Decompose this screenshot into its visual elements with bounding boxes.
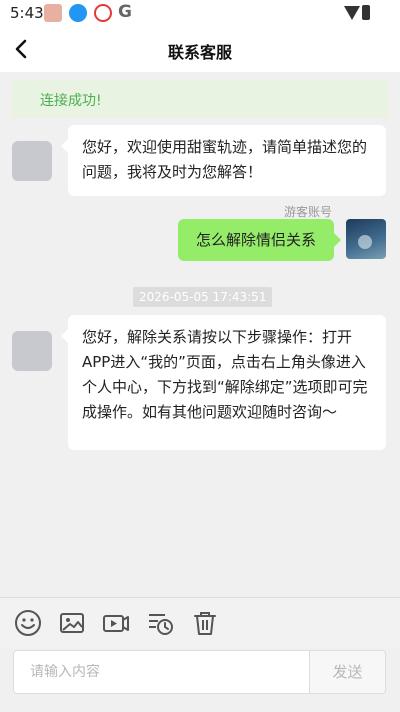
user-message-text: 怎么解除情侣关系 bbox=[195, 231, 316, 249]
history-icon bbox=[149, 614, 173, 635]
user-avatar bbox=[346, 219, 386, 259]
status-bar: 5:43 G bbox=[0, 0, 400, 26]
trash-icon bbox=[194, 612, 216, 635]
bottom-bar bbox=[0, 702, 400, 712]
agent-avatar bbox=[12, 141, 52, 181]
battery-icon bbox=[362, 5, 370, 20]
emoji-button[interactable] bbox=[13, 608, 43, 638]
chat-toolbar bbox=[0, 598, 400, 648]
user-message-bubble: 怎么解除情侣关系 bbox=[177, 219, 342, 261]
title-bar: 联系客服 bbox=[0, 26, 400, 72]
message-timestamp: 2026-05-05 17:43:51 bbox=[133, 287, 273, 307]
page-title: 联系客服 bbox=[167, 43, 232, 62]
clear-button[interactable] bbox=[190, 608, 220, 638]
image-button[interactable] bbox=[57, 608, 87, 638]
history-button[interactable] bbox=[145, 608, 175, 638]
connection-banner: 连接成功! bbox=[12, 80, 388, 118]
agent-message-bubble: 您好，欢迎使用甜蜜轨迹，请简单描述您的问题，我将及时为您解答！ bbox=[61, 125, 386, 196]
image-icon bbox=[60, 613, 84, 633]
agent-message-text: 您好，欢迎使用甜蜜轨迹，请简单描述您的问题，我将及时为您解答！ bbox=[82, 138, 368, 181]
agent-message-text: 您好，解除关系请按以下步骤操作：打开APP进入“我的”页面，点击右上角头像进入个… bbox=[82, 328, 368, 421]
agent-avatar bbox=[12, 331, 52, 371]
photo-app-icon bbox=[44, 4, 62, 22]
status-time: 5:43 bbox=[10, 4, 44, 22]
wifi-icon bbox=[344, 6, 360, 20]
google-icon: G bbox=[118, 2, 132, 22]
message-input[interactable] bbox=[13, 650, 309, 694]
shopping-app-icon bbox=[94, 4, 112, 22]
sender-label: 游客账号 bbox=[283, 205, 332, 219]
download-icon bbox=[69, 4, 87, 22]
video-icon bbox=[103, 615, 129, 632]
send-button[interactable]: 发送 bbox=[309, 650, 386, 694]
emoji-icon bbox=[15, 610, 41, 636]
connection-status: 连接成功! bbox=[40, 93, 102, 109]
video-button[interactable] bbox=[101, 608, 131, 638]
agent-message-bubble: 您好，解除关系请按以下步骤操作：打开APP进入“我的”页面，点击右上角头像进入个… bbox=[61, 315, 386, 450]
